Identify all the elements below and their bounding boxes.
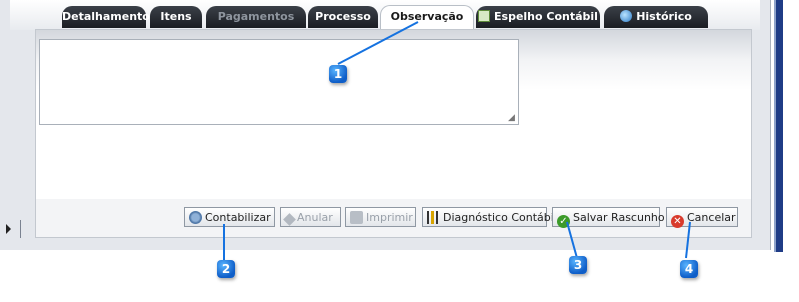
tab-itens[interactable]: Itens xyxy=(150,6,202,28)
button-label: Imprimir xyxy=(366,211,413,224)
button-label: Anular xyxy=(297,211,333,224)
check-icon: ✓ xyxy=(557,215,570,228)
contabilizar-button[interactable]: Contabilizar xyxy=(184,207,275,227)
tab-espelho-contabil[interactable]: Espelho Contábil xyxy=(476,6,600,28)
gears-icon xyxy=(189,211,202,224)
globe-icon xyxy=(620,10,633,22)
resize-grip-icon[interactable]: ◢ xyxy=(508,114,517,123)
tab-historico[interactable]: Histórico xyxy=(604,6,708,28)
imprimir-button[interactable]: Imprimir xyxy=(345,207,416,227)
tab-observacao[interactable]: Observação xyxy=(380,5,474,31)
button-label: Cancelar xyxy=(687,211,736,224)
callout-badge: 4 xyxy=(680,260,698,278)
tab-pagamentos[interactable]: Pagamentos xyxy=(206,6,306,28)
divider xyxy=(20,220,21,238)
observacao-textarea[interactable] xyxy=(39,39,519,125)
anular-button[interactable]: Anular xyxy=(280,207,341,227)
callout-badge: 3 xyxy=(569,256,587,274)
tab-label: Detalhamento xyxy=(62,10,150,23)
tab-label: Pagamentos xyxy=(217,10,295,23)
tab-label: Processo xyxy=(315,10,371,23)
button-label: Contabilizar xyxy=(205,211,271,224)
tab-processo[interactable]: Processo xyxy=(308,6,378,28)
tab-label: Itens xyxy=(160,10,192,23)
callout-badge: 2 xyxy=(217,260,235,278)
printer-icon xyxy=(350,211,363,224)
tab-label: Espelho Contábil xyxy=(494,10,598,23)
spreadsheet-icon xyxy=(478,10,491,22)
button-label: Salvar Rascunho xyxy=(573,211,665,224)
cancel-icon: ✕ xyxy=(671,215,684,228)
right-edge-bar xyxy=(774,0,783,252)
callout-badge: 1 xyxy=(329,65,347,83)
diagnostico-contabil-button[interactable]: Diagnóstico Contábil xyxy=(422,207,557,227)
diagnostic-icon xyxy=(427,211,440,224)
expand-arrow-icon[interactable] xyxy=(6,224,11,234)
salvar-rascunho-button[interactable]: ✓ Salvar Rascunho xyxy=(552,207,665,228)
tab-detalhamento[interactable]: Detalhamento xyxy=(62,6,150,28)
tab-strip: Detalhamento Itens Pagamentos Processo O… xyxy=(10,0,760,31)
button-label: Diagnóstico Contábil xyxy=(443,211,557,224)
tag-icon xyxy=(283,213,296,226)
tab-label: Observação xyxy=(390,10,464,23)
cancelar-button[interactable]: ✕ Cancelar xyxy=(666,207,738,228)
tab-label: Histórico xyxy=(636,10,692,23)
